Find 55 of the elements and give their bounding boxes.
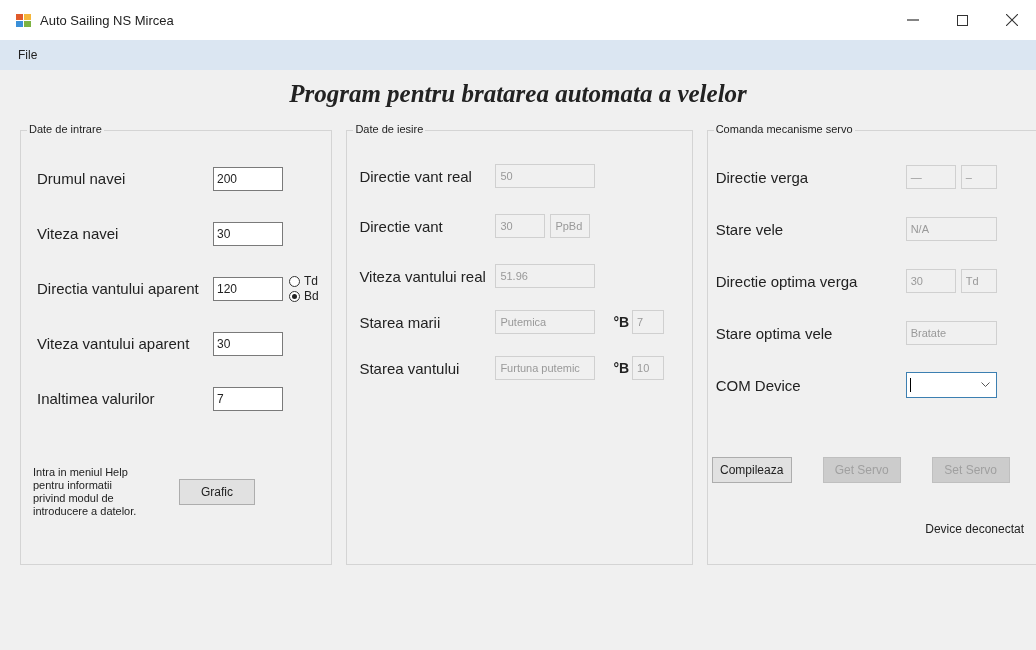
- readonly-field: 30: [495, 214, 546, 238]
- radio-button[interactable]: [289, 275, 300, 287]
- readonly-field: Furtuna putemic: [495, 356, 596, 380]
- window-title: Auto Sailing NS Mircea: [40, 12, 174, 28]
- action-button[interactable]: Compileaza: [711, 457, 792, 483]
- unit-label: °B: [613, 314, 630, 330]
- group-title: Date de intrare: [27, 123, 104, 135]
- group-title: Comanda mecanisme servo: [713, 123, 855, 135]
- field-label: Directie vant: [359, 217, 444, 235]
- readonly-field: Bratate: [905, 321, 997, 345]
- field-label: Starea vantului: [359, 359, 461, 377]
- dropdown[interactable]: [905, 372, 997, 398]
- radio-label: Td: [304, 274, 318, 288]
- input-field[interactable]: 120: [213, 276, 283, 301]
- radio-label: Bd: [304, 289, 319, 303]
- field-label: Stare vele: [715, 220, 785, 238]
- close-icon[interactable]: [1006, 14, 1018, 26]
- readonly-field: 7: [632, 310, 665, 334]
- field-label: Directie optima verga: [715, 272, 859, 290]
- field-label: Stare optima vele: [715, 324, 834, 342]
- readonly-field: 50: [495, 164, 596, 188]
- help-text: Intra in meniul Help pentru informatii privind modul de introducere a datelor.: [33, 466, 138, 518]
- input-field[interactable]: 30: [213, 221, 283, 246]
- field-label: Viteza vantului aparent: [37, 335, 191, 352]
- field-label: Starea marii: [359, 313, 442, 331]
- field-label: Directia vantului aparent: [37, 280, 200, 297]
- chart-button[interactable]: Grafic: [179, 479, 255, 505]
- heading: Program pentru bratarea automata a velelor: [289, 79, 747, 109]
- unit-label: °B: [613, 360, 630, 376]
- field-label: Directie vant real: [359, 167, 473, 185]
- field-label: Viteza navei: [37, 225, 120, 242]
- readonly-field: Putemica: [495, 310, 596, 334]
- readonly-field: —: [905, 165, 956, 189]
- field-label: Directie verga: [715, 168, 810, 186]
- field-label: COM Device: [715, 376, 802, 394]
- readonly-field: Td: [960, 269, 997, 293]
- readonly-field: 10: [632, 356, 665, 380]
- input-field[interactable]: 30: [213, 331, 283, 356]
- app-icon: [16, 12, 32, 28]
- input-field[interactable]: 7: [213, 386, 283, 411]
- radio-button[interactable]: [289, 290, 300, 302]
- field-label: Inaltimea valurilor: [37, 390, 156, 407]
- status-text: Device deconectat: [925, 522, 1024, 536]
- readonly-field: –: [960, 165, 997, 189]
- readonly-field: 30: [905, 269, 956, 293]
- field-label: Drumul navei: [37, 170, 127, 187]
- field-label: Viteza vantului real: [359, 267, 487, 285]
- input-field[interactable]: 200: [213, 166, 283, 191]
- menu-item[interactable]: File: [14, 46, 42, 64]
- group-title: Date de iesire: [353, 123, 426, 135]
- readonly-field: PpBd: [550, 214, 591, 238]
- readonly-field: N/A: [905, 217, 997, 241]
- chevron-down-icon: [980, 382, 990, 388]
- readonly-field: 51.96: [495, 264, 596, 288]
- maximize-icon[interactable]: [957, 14, 968, 26]
